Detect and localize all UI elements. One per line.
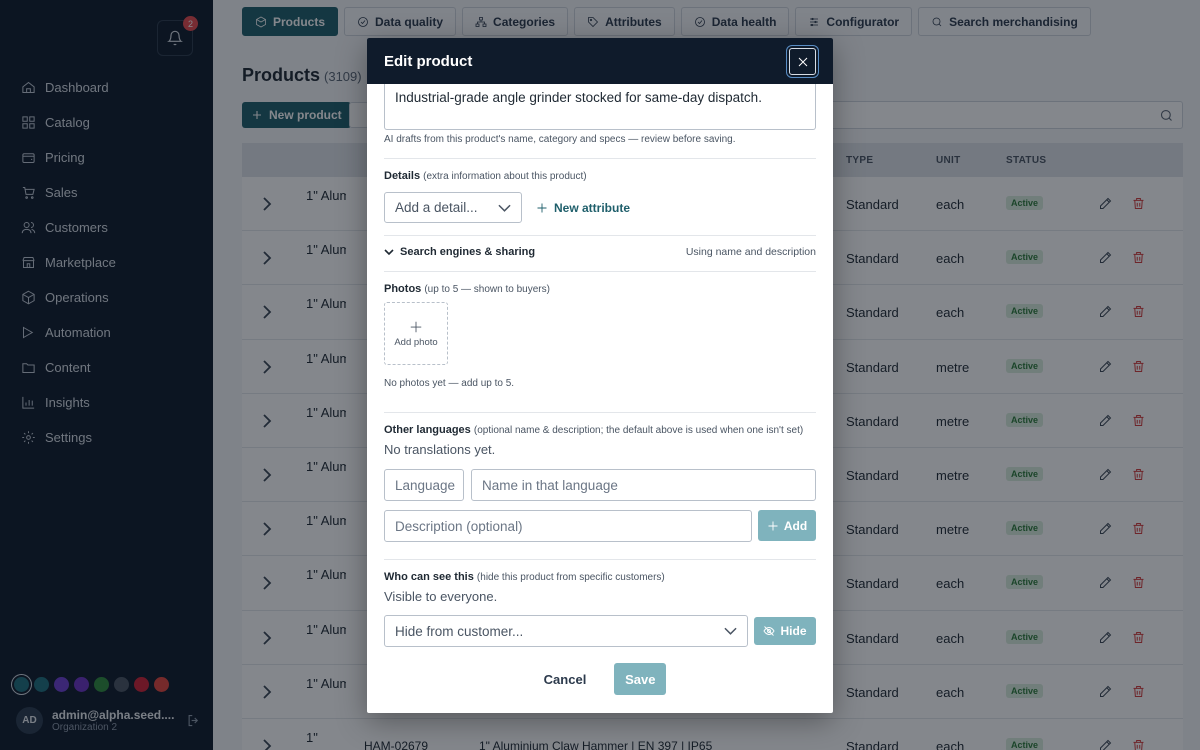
languages-label-text: Other languages	[384, 424, 471, 436]
edit-product-dialog: Edit product — —— ——— ——— — —— ——— ——— —…	[367, 38, 833, 713]
seo-section-toggle[interactable]: Search engines & sharing	[384, 246, 535, 258]
hide-from-customer-placeholder: Hide from customer...	[395, 623, 524, 639]
hide-button[interactable]: Hide	[754, 617, 816, 645]
add-photo-button[interactable]: Add photo	[384, 302, 448, 365]
new-attribute-label: New attribute	[554, 201, 631, 215]
dialog-header: Edit product	[367, 38, 833, 84]
ai-hint: AI drafts from this product's name, cate…	[384, 134, 736, 145]
cancel-button[interactable]: Cancel	[534, 665, 597, 694]
chevron-down-icon	[724, 627, 737, 635]
description-clipped-line: — —— ——— ——— — —— ——— ——— — —— ——	[395, 84, 743, 90]
add-detail-placeholder: Add a detail...	[395, 200, 478, 215]
visibility-hint: (hide this product from specific custome…	[476, 572, 665, 583]
plus-icon	[768, 521, 778, 530]
details-label-text: Details	[384, 170, 421, 182]
seo-note: Using name and description	[685, 246, 816, 258]
languages-label: Other languages (optional name & descrip…	[384, 424, 824, 436]
new-attribute-button[interactable]: New attribute	[536, 201, 630, 215]
photos-empty: No photos yet — add up to 5.	[384, 378, 515, 389]
hide-label: Hide	[780, 624, 807, 638]
close-icon	[798, 57, 807, 66]
translated-description-input[interactable]: Description (optional)	[384, 510, 752, 542]
plus-icon	[410, 321, 422, 332]
details-hint: (extra information about this product)	[423, 171, 587, 182]
seo-label: Search engines & sharing	[400, 246, 536, 258]
visibility-status: Visible to everyone.	[384, 589, 498, 604]
translated-name-placeholder: Name in that language	[482, 477, 618, 493]
description-textarea[interactable]: — —— ——— ——— — —— ——— ——— — —— —— Indust…	[384, 84, 816, 130]
description-text: Industrial-grade angle grinder stocked f…	[395, 90, 762, 105]
add-photo-label: Add photo	[394, 336, 438, 348]
eye-off-icon	[763, 626, 776, 636]
photos-label: Photos (up to 5 — shown to buyers)	[384, 283, 550, 295]
details-label: Details (extra information about this pr…	[384, 170, 587, 182]
visibility-label-text: Who can see this	[384, 571, 474, 583]
chevron-down-icon	[384, 249, 394, 256]
divider	[384, 559, 816, 560]
translated-name-input[interactable]: Name in that language	[471, 469, 816, 501]
divider	[384, 271, 816, 272]
divider	[384, 158, 816, 159]
plus-icon	[537, 203, 547, 213]
photos-label-text: Photos	[384, 283, 422, 295]
add-translation-label: Add	[783, 518, 808, 533]
hide-from-customer-select[interactable]: Hide from customer...	[384, 615, 748, 647]
add-detail-select[interactable]: Add a detail...	[384, 192, 522, 223]
language-placeholder: Language	[395, 477, 456, 493]
add-translation-button[interactable]: Add	[758, 510, 816, 541]
close-button[interactable]	[789, 48, 816, 75]
divider	[384, 235, 816, 236]
dialog-title: Edit product	[384, 52, 473, 70]
languages-empty: No translations yet.	[384, 442, 496, 457]
chevron-down-icon	[498, 204, 511, 212]
languages-hint: (optional name & description; the defaul…	[473, 425, 804, 436]
divider	[384, 412, 816, 413]
save-button[interactable]: Save	[614, 663, 667, 695]
translated-description-placeholder: Description (optional)	[395, 518, 523, 534]
language-input[interactable]: Language	[384, 469, 464, 501]
dialog-footer: Cancel Save	[367, 663, 833, 695]
photos-hint: (up to 5 — shown to buyers)	[424, 284, 550, 295]
visibility-label: Who can see this (hide this product from…	[384, 571, 665, 583]
